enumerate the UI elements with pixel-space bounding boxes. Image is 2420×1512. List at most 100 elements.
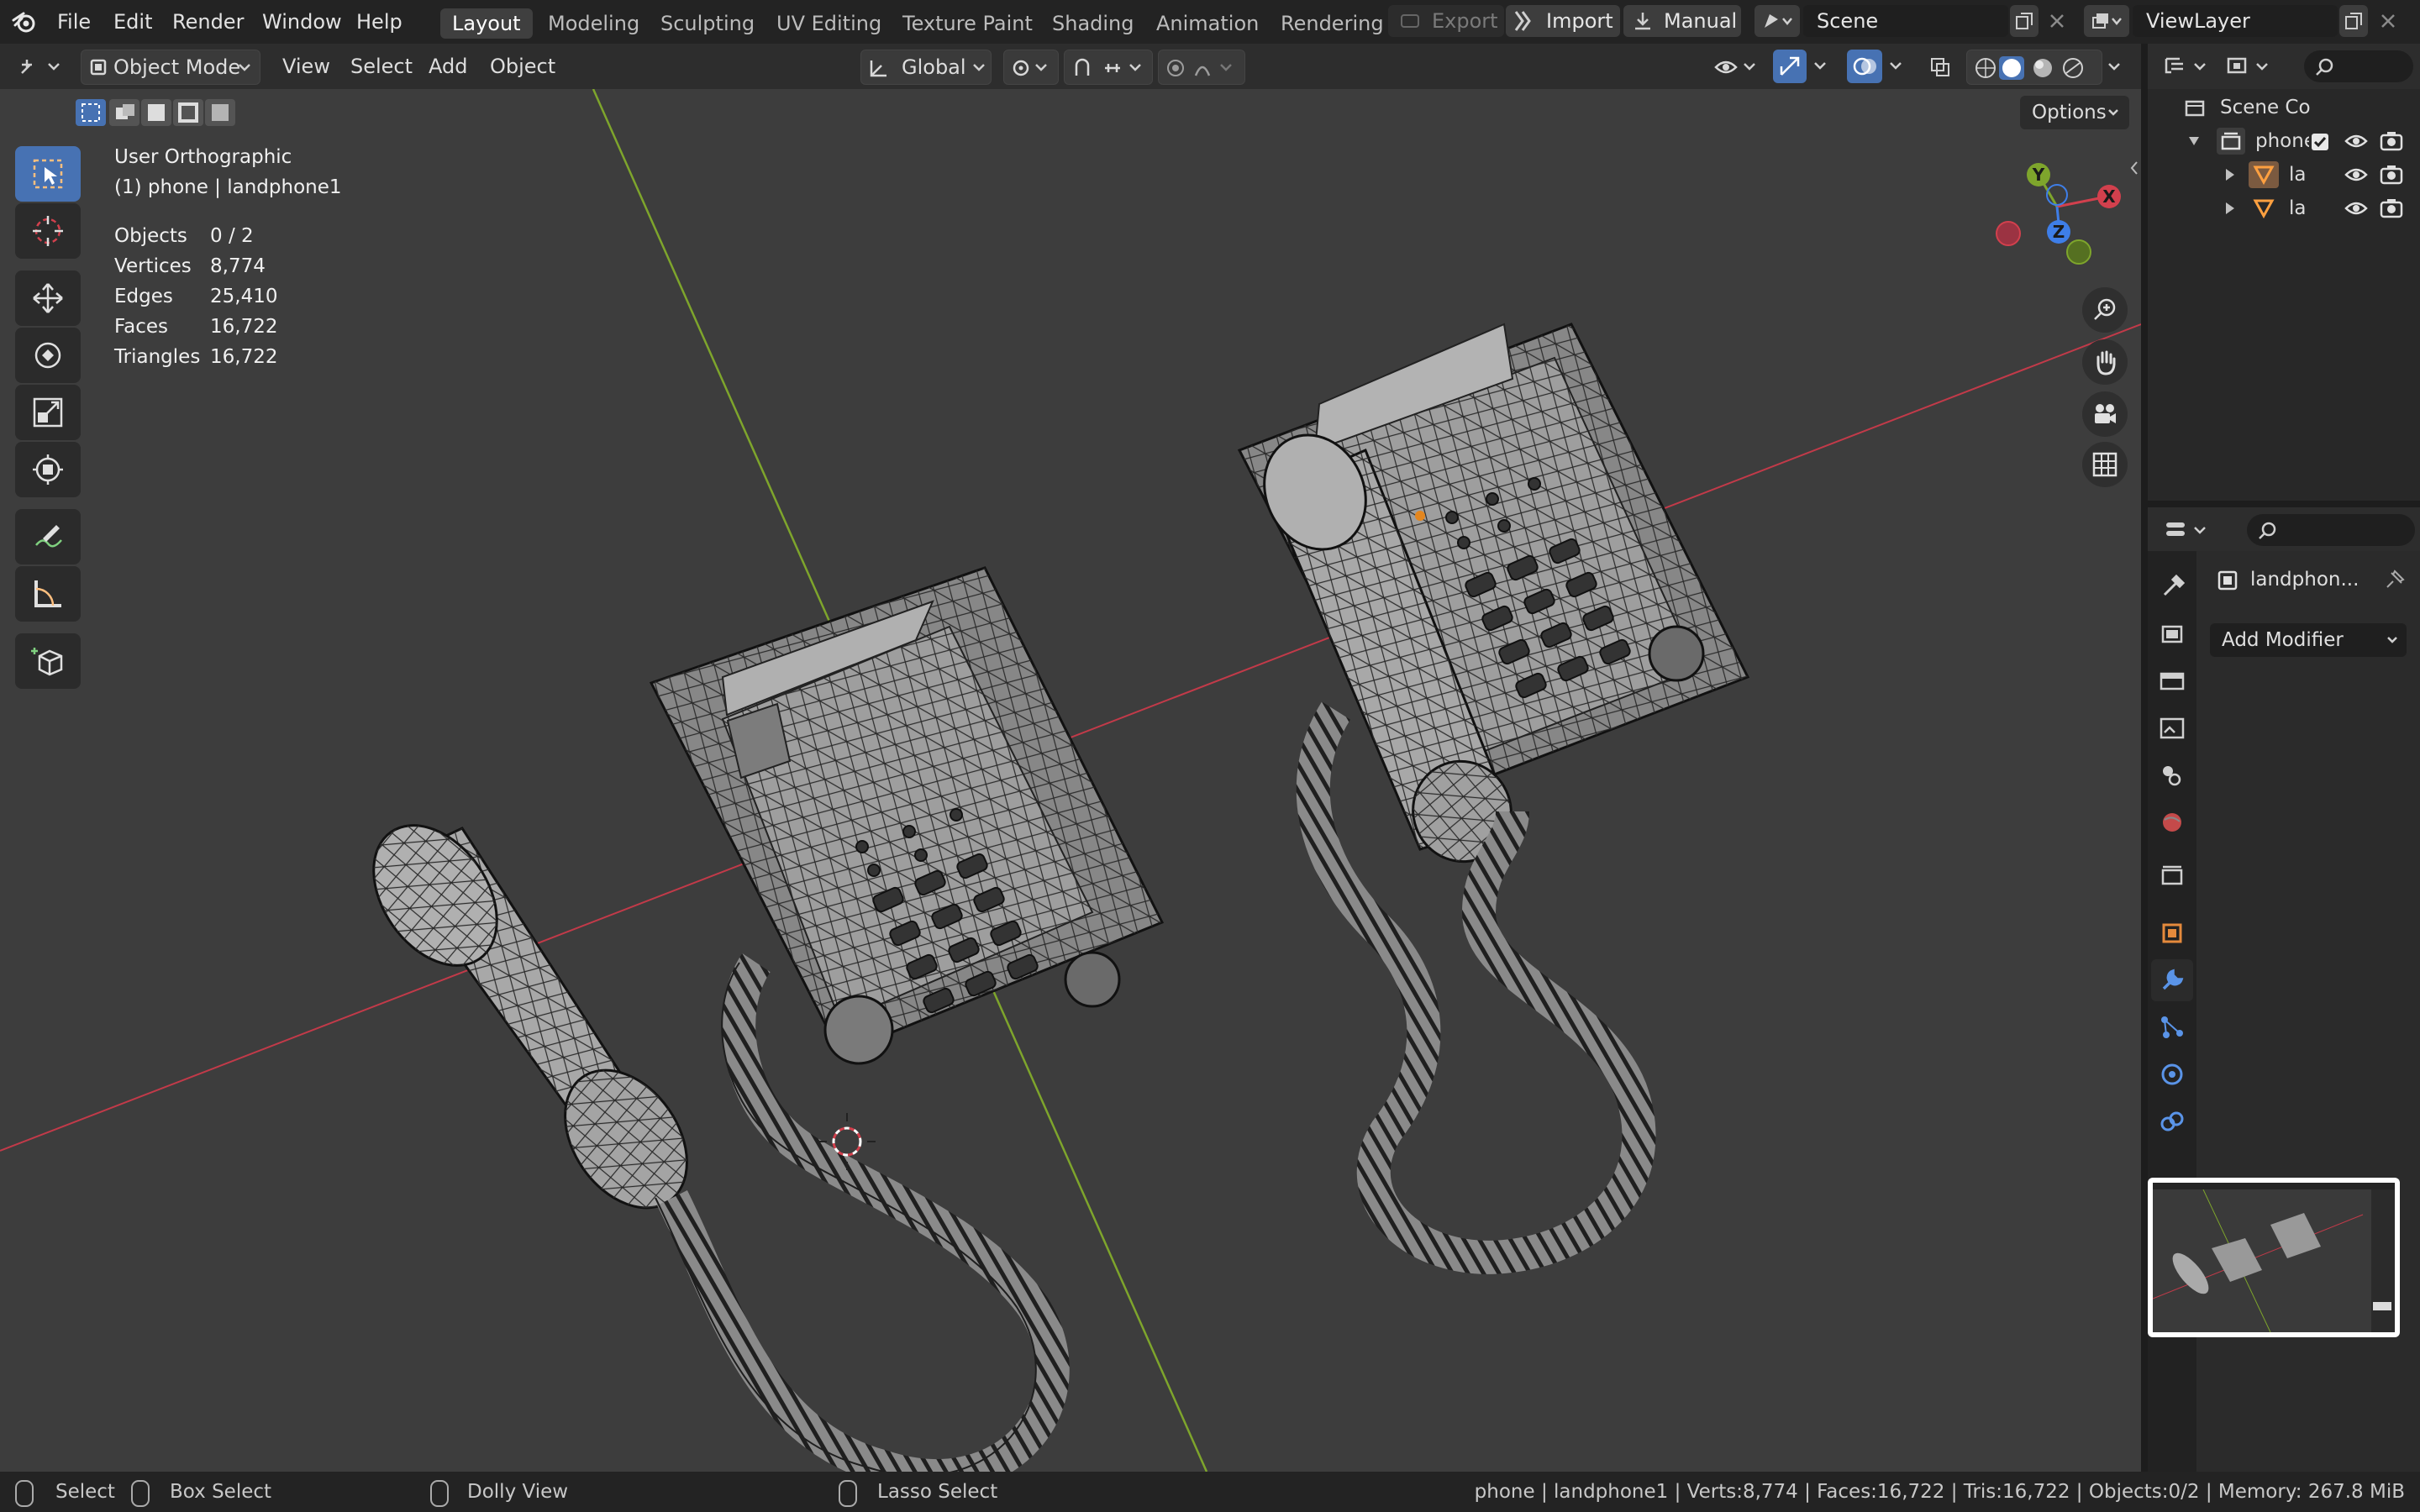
ortho-toggle-button[interactable] bbox=[2082, 442, 2128, 487]
properties-search-input[interactable] bbox=[2247, 514, 2415, 546]
menu-select[interactable]: Select bbox=[350, 50, 413, 83]
menu-render[interactable]: Render bbox=[172, 0, 244, 44]
shading-options-dropdown[interactable] bbox=[2101, 50, 2129, 83]
eye-icon[interactable] bbox=[2344, 200, 2368, 217]
camera-view-button[interactable] bbox=[2082, 391, 2128, 437]
menu-add[interactable]: Add bbox=[429, 50, 467, 83]
selection-mode-buttons[interactable] bbox=[76, 97, 235, 128]
tab-layout[interactable]: Layout bbox=[440, 8, 533, 39]
xray-toggle[interactable] bbox=[1926, 50, 1954, 83]
outliner-row-phone-collection[interactable]: phone bbox=[2148, 124, 2420, 158]
screenshot-thumbnail[interactable] bbox=[2148, 1178, 2400, 1337]
proportional-editing-controls[interactable] bbox=[1158, 50, 1245, 85]
tab-scene[interactable] bbox=[2151, 754, 2193, 796]
tab-uv-editing[interactable]: UV Editing bbox=[765, 8, 893, 39]
scene-selector-button[interactable] bbox=[1754, 5, 1800, 37]
tab-sculpting[interactable]: Sculpting bbox=[649, 8, 766, 39]
tab-shading[interactable]: Shading bbox=[1040, 8, 1146, 39]
pin-icon[interactable] bbox=[2385, 570, 2405, 590]
expand-down-icon[interactable] bbox=[2188, 136, 2200, 146]
properties-editor-icon[interactable] bbox=[2163, 517, 2213, 543]
tool-annotate[interactable] bbox=[15, 509, 81, 564]
options-dropdown[interactable]: Options bbox=[2020, 96, 2129, 129]
new-scene-button[interactable] bbox=[2010, 5, 2039, 37]
sidebar-collapse-icon[interactable] bbox=[2129, 160, 2139, 176]
eye-icon[interactable] bbox=[2344, 133, 2368, 150]
render-camera-icon[interactable] bbox=[2380, 131, 2403, 151]
gizmo-toggle[interactable] bbox=[1773, 50, 1833, 83]
tab-texture-paint[interactable]: Texture Paint bbox=[891, 8, 1044, 39]
handset-left bbox=[372, 824, 688, 1210]
tool-select-box[interactable] bbox=[15, 146, 81, 202]
tab-modeling[interactable]: Modeling bbox=[536, 8, 651, 39]
tool-transform[interactable] bbox=[15, 442, 81, 497]
download-icon bbox=[1635, 13, 1650, 30]
tab-world[interactable] bbox=[2151, 801, 2193, 843]
tab-modifier[interactable] bbox=[2151, 959, 2193, 1001]
overlays-toggle[interactable] bbox=[1847, 50, 1909, 83]
checkbox-checked-icon[interactable] bbox=[2311, 133, 2329, 151]
tab-particles[interactable] bbox=[2151, 1006, 2193, 1048]
selection-mode-icons bbox=[76, 99, 235, 126]
outliner-row-mesh-2[interactable]: la bbox=[2148, 192, 2420, 225]
tab-physics[interactable] bbox=[2151, 1053, 2193, 1095]
transform-orientation-dropdown[interactable]: Global bbox=[860, 50, 992, 85]
tab-collection[interactable] bbox=[2151, 855, 2193, 897]
zoom-button[interactable] bbox=[2082, 287, 2128, 333]
3d-viewport[interactable]: Options User Orthographic (1) phone | la… bbox=[0, 89, 2141, 1472]
scene-name-field[interactable]: Scene bbox=[1803, 5, 2008, 37]
new-viewlayer-button[interactable] bbox=[2339, 5, 2368, 37]
manual-button[interactable]: Manual bbox=[1623, 5, 1741, 37]
menu-object[interactable]: Object bbox=[490, 50, 555, 83]
viewlayer-selector-button[interactable] bbox=[2084, 5, 2129, 37]
tab-tool[interactable] bbox=[2151, 566, 2193, 608]
delete-scene-button[interactable] bbox=[2042, 5, 2072, 37]
tool-move[interactable] bbox=[15, 270, 81, 326]
blender-logo-icon[interactable] bbox=[12, 10, 37, 34]
tab-render[interactable] bbox=[2151, 613, 2193, 655]
add-modifier-dropdown[interactable]: Add Modifier bbox=[2210, 623, 2407, 657]
tab-object[interactable] bbox=[2151, 912, 2193, 954]
object-name-label: landphon... bbox=[2250, 569, 2360, 591]
menu-file[interactable]: File bbox=[57, 0, 91, 44]
outliner-row-mesh-1[interactable]: la bbox=[2148, 158, 2420, 192]
shading-modes[interactable] bbox=[1966, 50, 2102, 85]
editor-type-button[interactable] bbox=[13, 50, 67, 83]
render-camera-icon[interactable] bbox=[2380, 165, 2403, 185]
render-camera-icon[interactable] bbox=[2380, 198, 2403, 218]
pan-button[interactable] bbox=[2082, 339, 2128, 385]
import-button[interactable]: Import bbox=[1506, 5, 1620, 37]
expand-right-icon[interactable] bbox=[2225, 202, 2235, 215]
outliner-search-input[interactable] bbox=[2304, 50, 2413, 82]
viewlayer-name-field[interactable]: ViewLayer bbox=[2133, 5, 2338, 37]
tab-constraints[interactable] bbox=[2151, 1100, 2193, 1142]
tab-view-layer[interactable] bbox=[2151, 707, 2193, 749]
tool-cursor[interactable] bbox=[15, 203, 81, 259]
visibility-dropdown[interactable] bbox=[1711, 50, 1763, 83]
tool-rotate[interactable] bbox=[15, 328, 81, 383]
export-button[interactable]: Export bbox=[1388, 5, 1504, 37]
editor-type-icon bbox=[21, 60, 60, 74]
outliner-editor-icon[interactable] bbox=[2163, 54, 2213, 79]
outliner-row-scene-collection[interactable]: Scene Co bbox=[2148, 91, 2420, 124]
tab-animation[interactable]: Animation bbox=[1144, 8, 1270, 39]
tool-measure[interactable] bbox=[15, 566, 81, 622]
expand-right-icon[interactable] bbox=[2225, 168, 2235, 181]
menu-view[interactable]: View bbox=[282, 50, 330, 83]
status-select-hint: Select bbox=[55, 1481, 115, 1503]
tab-rendering[interactable]: Rendering bbox=[1269, 8, 1396, 39]
menu-help[interactable]: Help bbox=[356, 0, 402, 44]
snapping-controls[interactable] bbox=[1064, 50, 1153, 85]
delete-viewlayer-button[interactable] bbox=[2373, 5, 2403, 37]
menu-edit[interactable]: Edit bbox=[113, 0, 152, 44]
eye-icon[interactable] bbox=[2344, 166, 2368, 183]
pivot-point-dropdown[interactable] bbox=[1003, 50, 1059, 85]
object-mode-dropdown[interactable]: Object Mode bbox=[81, 50, 260, 85]
chevron-down-icon bbox=[2108, 63, 2120, 71]
tab-output[interactable] bbox=[2151, 660, 2193, 702]
tool-scale[interactable] bbox=[15, 385, 81, 440]
display-mode-icon[interactable] bbox=[2225, 54, 2275, 79]
navigation-gizmo[interactable]: Y X Z bbox=[1983, 153, 2134, 279]
menu-window[interactable]: Window bbox=[262, 0, 342, 44]
tool-add-cube[interactable] bbox=[15, 633, 81, 689]
